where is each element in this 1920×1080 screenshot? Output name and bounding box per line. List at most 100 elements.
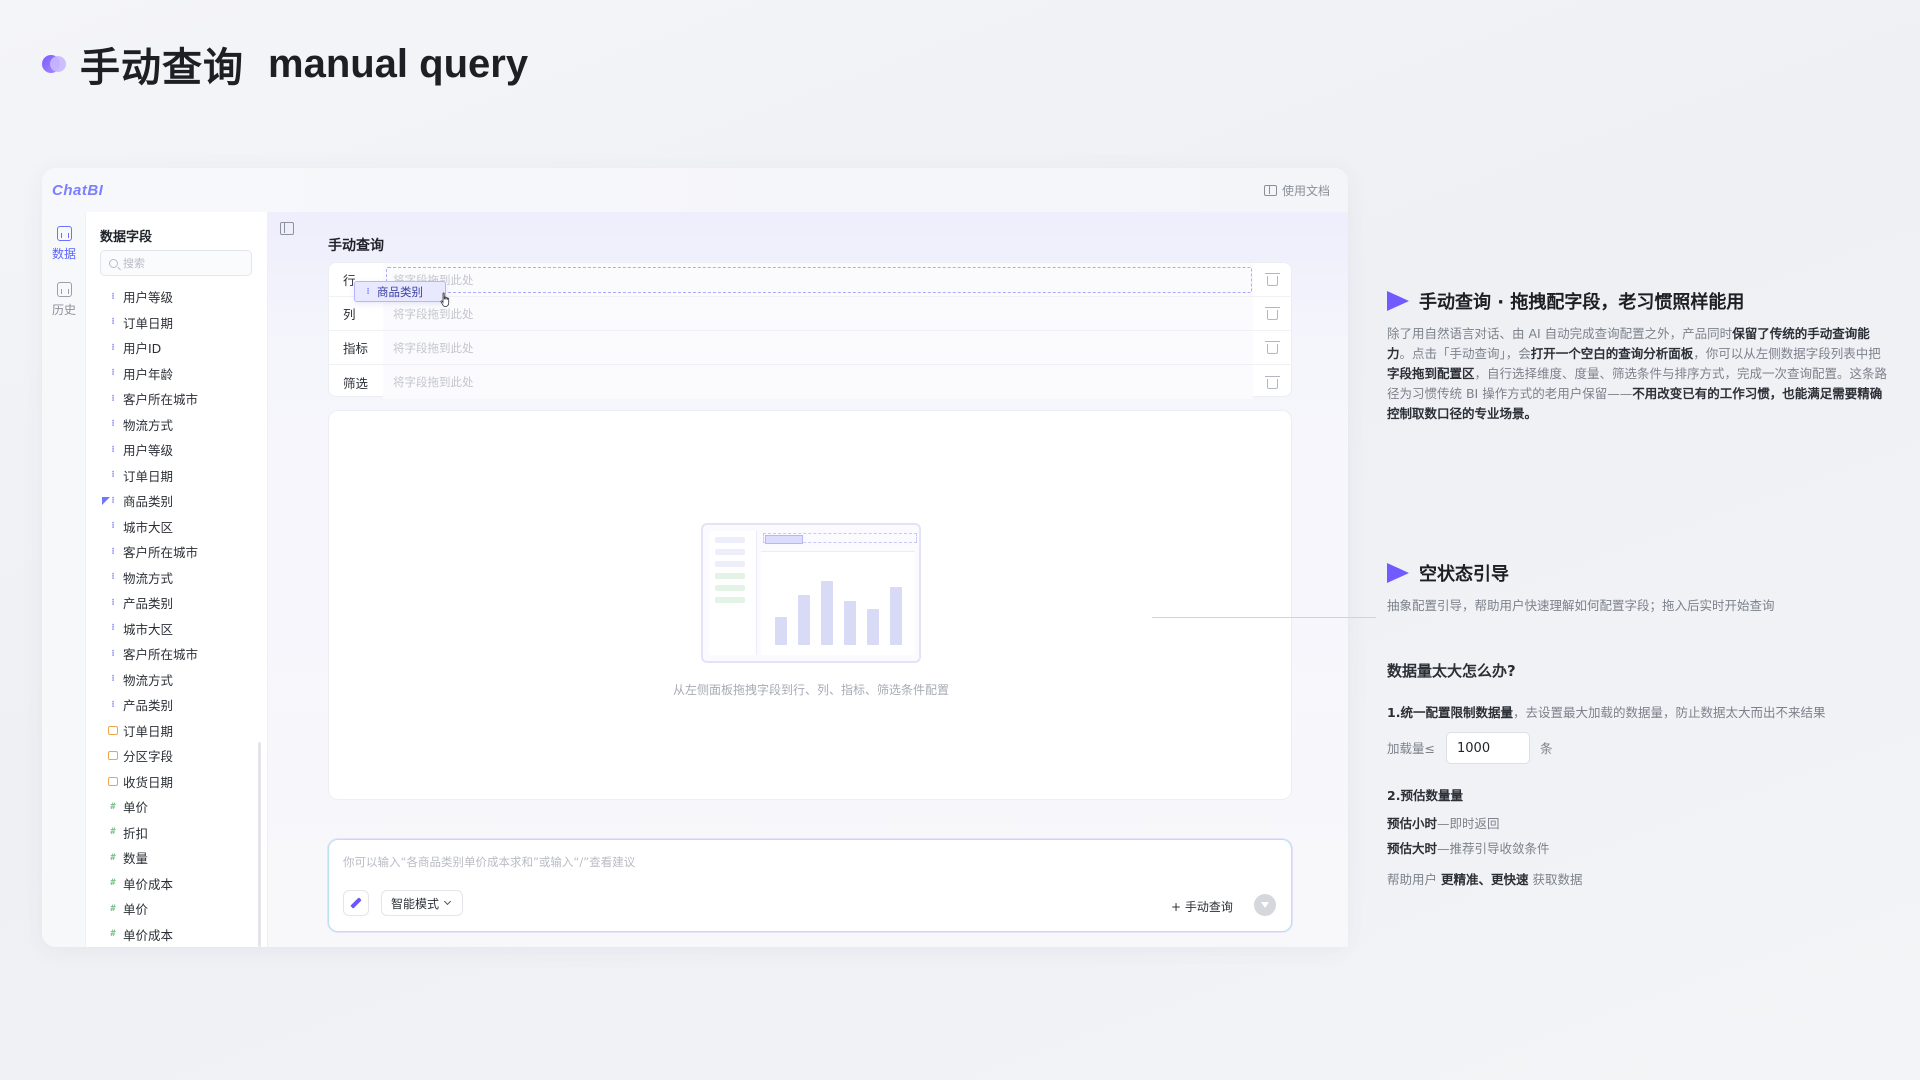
config-row-filters: 筛选 将字段拖到此处	[329, 365, 1291, 399]
field-item[interactable]: ⁝ 物流方式	[108, 565, 258, 591]
field-item[interactable]: ⁝ 用户等级	[108, 284, 258, 310]
load-limit-label: 加载量≤	[1387, 741, 1435, 756]
wand-icon	[350, 897, 362, 909]
load-limit-input[interactable]: 1000	[1446, 732, 1530, 764]
trash-icon[interactable]	[1264, 341, 1280, 354]
field-item[interactable]: ⁝ 物流方式	[108, 412, 258, 438]
field-label: 物流方式	[123, 672, 174, 688]
qa-point-2a: 预估小时—即时返回	[1387, 816, 1500, 831]
field-item[interactable]: # 单价	[108, 896, 258, 922]
mode-select[interactable]: 智能模式	[381, 890, 463, 916]
nav-rail: 数据 历史	[42, 212, 86, 947]
field-label: 用户等级	[123, 443, 174, 459]
magic-wand-button[interactable]	[343, 890, 369, 916]
dimension-icon: ⁝	[111, 368, 115, 379]
field-item[interactable]: ⁝ 订单日期	[108, 310, 258, 336]
title-chinese: 手动查询	[80, 45, 244, 91]
dimension-icon: ⁝	[111, 444, 115, 455]
field-item[interactable]: # 单价	[108, 794, 258, 820]
config-row-metrics: 指标 将字段拖到此处	[329, 331, 1291, 365]
row-label: 筛选	[343, 375, 369, 391]
field-label: 数量	[123, 851, 149, 867]
trash-icon[interactable]	[1264, 307, 1280, 320]
trash-icon[interactable]	[1264, 375, 1280, 389]
arrow-bullet-icon	[1387, 563, 1409, 583]
empty-state-illustration	[701, 523, 921, 663]
section-title: 手动查询	[328, 238, 384, 254]
illustration-bar	[867, 609, 879, 645]
field-item[interactable]: 订单日期	[108, 718, 258, 744]
field-label: 物流方式	[123, 570, 174, 586]
column-drop-zone[interactable]: 将字段拖到此处	[383, 297, 1253, 330]
field-item[interactable]: # 折扣	[108, 820, 258, 846]
manual-query-button[interactable]: + 手动查询	[1171, 898, 1233, 915]
field-label: 单价成本	[123, 876, 174, 892]
annotation-title: 空状态引导	[1419, 564, 1509, 585]
annotation-body: 除了用自然语言对话、由 AI 自动完成查询配置之外，产品同时保留了传统的手动查询…	[1387, 326, 1888, 421]
field-item[interactable]: ⁝ 客户所在城市	[108, 641, 258, 667]
search-placeholder: 搜索	[123, 257, 145, 270]
field-item[interactable]: ⁝ 订单日期	[108, 463, 258, 489]
field-item[interactable]: ⁝ 城市大区	[108, 616, 258, 642]
field-item[interactable]: ⁝ 用户年龄	[108, 361, 258, 387]
field-item[interactable]: ⁝ 客户所在城市	[108, 386, 258, 412]
query-composer[interactable]: 你可以输入“各商品类别单价成本求和”或输入“/”查看建议 智能模式 + 手动查询	[328, 839, 1292, 932]
field-label: 用户ID	[123, 341, 162, 357]
field-item[interactable]: 分区字段	[108, 743, 258, 769]
book-icon	[1263, 184, 1277, 196]
illustration-bar	[821, 581, 833, 645]
search-input[interactable]: 搜索	[100, 250, 252, 276]
qa-point-2: 2.预估数量量	[1387, 788, 1463, 803]
field-item[interactable]: ⁝ 用户等级	[108, 437, 258, 463]
illustration-chip	[765, 535, 803, 544]
field-item[interactable]: ⁝ 商品类别	[102, 488, 258, 514]
dimension-icon: ⁝	[111, 597, 115, 608]
field-item[interactable]: # 单价成本	[108, 922, 258, 948]
load-limit-unit: 条	[1540, 741, 1553, 756]
field-label: 用户等级	[123, 290, 174, 306]
fields-scrollbar[interactable]	[258, 742, 261, 947]
title-bullet-icon	[38, 53, 66, 75]
field-label: 用户年龄	[123, 366, 174, 382]
arrow-bullet-icon	[1387, 291, 1409, 311]
collapse-panel-icon[interactable]	[280, 222, 294, 235]
field-label: 折扣	[123, 825, 149, 841]
dragging-field-chip[interactable]: ⁝ 商品类别	[354, 281, 446, 302]
annotation-body: 抽象配置引导，帮助用户快速理解如何配置字段；拖入后实时开始查询	[1387, 598, 1775, 613]
calendar-icon	[108, 751, 118, 761]
qa-point-1: 1.统一配置限制数据量，去设置最大加载的数据量，防止数据太大而出不来结果	[1387, 705, 1826, 720]
doc-link[interactable]: 使用文档	[1263, 182, 1330, 199]
measure-icon: #	[110, 801, 116, 812]
rail-item-data[interactable]: 数据	[42, 226, 86, 262]
field-item[interactable]: ⁝ 物流方式	[108, 667, 258, 693]
filter-drop-zone[interactable]: 将字段拖到此处	[383, 365, 1253, 399]
illustration-bar	[775, 617, 787, 645]
field-item[interactable]: # 单价成本	[108, 871, 258, 897]
field-label: 订单日期	[123, 468, 174, 484]
field-label: 城市大区	[123, 621, 174, 637]
illustration-bar	[844, 601, 856, 645]
field-label: 客户所在城市	[123, 545, 199, 561]
field-item[interactable]: ⁝ 客户所在城市	[108, 539, 258, 565]
metric-drop-zone[interactable]: 将字段拖到此处	[383, 331, 1253, 364]
send-icon	[1261, 902, 1269, 908]
field-item[interactable]: ⁝ 城市大区	[108, 514, 258, 540]
field-label: 城市大区	[123, 519, 174, 535]
app-header: ChatBI 使用文档	[42, 168, 1348, 212]
row-label: 列	[343, 307, 356, 322]
field-item[interactable]: 收货日期	[108, 769, 258, 795]
rail-item-history[interactable]: 历史	[42, 282, 86, 318]
field-label: 产品类别	[123, 596, 174, 612]
measure-icon: #	[110, 827, 116, 838]
field-item[interactable]: ⁝ 产品类别	[108, 692, 258, 718]
field-item[interactable]: # 数量	[108, 845, 258, 871]
hand-cursor-icon	[440, 292, 450, 307]
send-button[interactable]	[1254, 894, 1276, 916]
trash-icon[interactable]	[1264, 273, 1280, 286]
field-list: ⁝ 用户等级 ⁝ 订单日期 ⁝ 用户ID ⁝ 用户年龄 ⁝ 客户所在城市 ⁝ 物流方式 ⁝ 用户等级 ⁝ 订单…	[102, 284, 258, 948]
mode-label: 智能模式	[391, 896, 440, 911]
field-item[interactable]: ⁝ 产品类别	[108, 590, 258, 616]
field-item[interactable]: ⁝ 用户ID	[108, 335, 258, 361]
composer-placeholder: 你可以输入“各商品类别单价成本求和”或输入“/”查看建议	[343, 855, 636, 869]
field-label: 分区字段	[123, 749, 174, 765]
